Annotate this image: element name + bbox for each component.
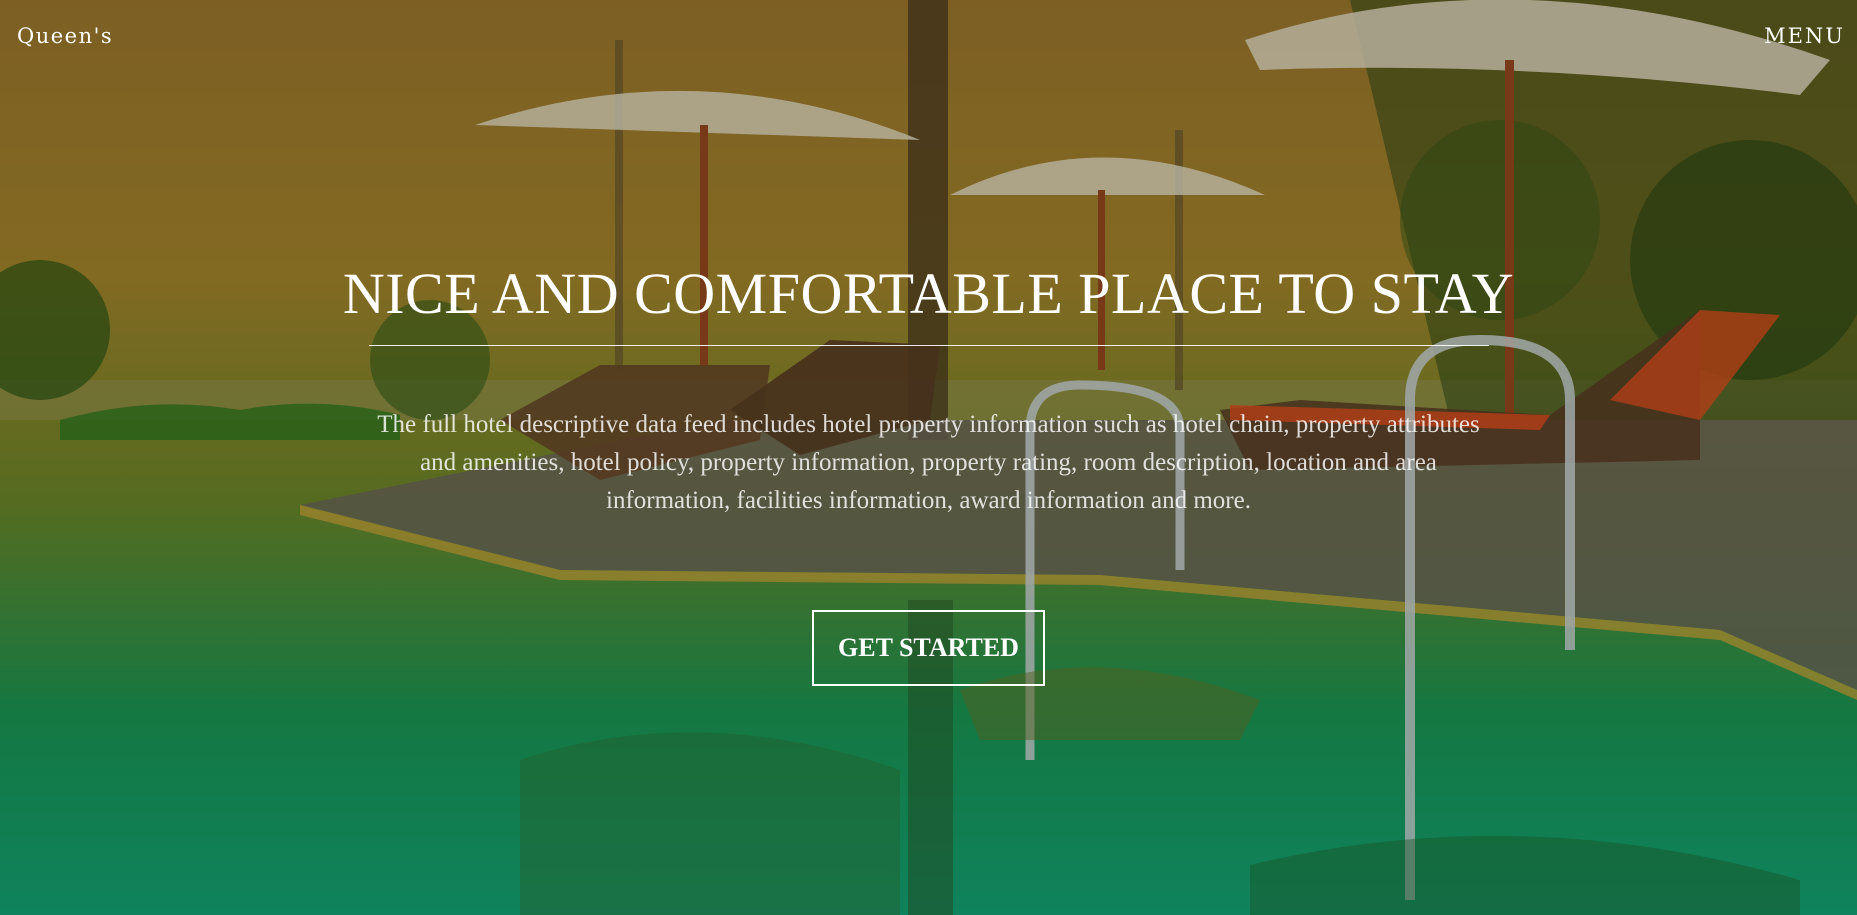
hero-section: Queen's MENU NICE AND COMFORTABLE PLACE … bbox=[0, 0, 1857, 915]
menu-button[interactable]: MENU bbox=[1764, 24, 1845, 48]
hero-description: The full hotel descriptive data feed inc… bbox=[377, 411, 1480, 514]
get-started-button[interactable]: GET STARTED bbox=[812, 610, 1045, 686]
hero-content: NICE AND COMFORTABLE PLACE TO STAY The f… bbox=[0, 258, 1857, 686]
brand-logo-text[interactable]: Queen's bbox=[17, 24, 113, 48]
headline-divider bbox=[368, 345, 1489, 346]
hero-headline: NICE AND COMFORTABLE PLACE TO STAY bbox=[342, 261, 1515, 326]
top-navigation-bar: Queen's MENU bbox=[0, 0, 1857, 76]
